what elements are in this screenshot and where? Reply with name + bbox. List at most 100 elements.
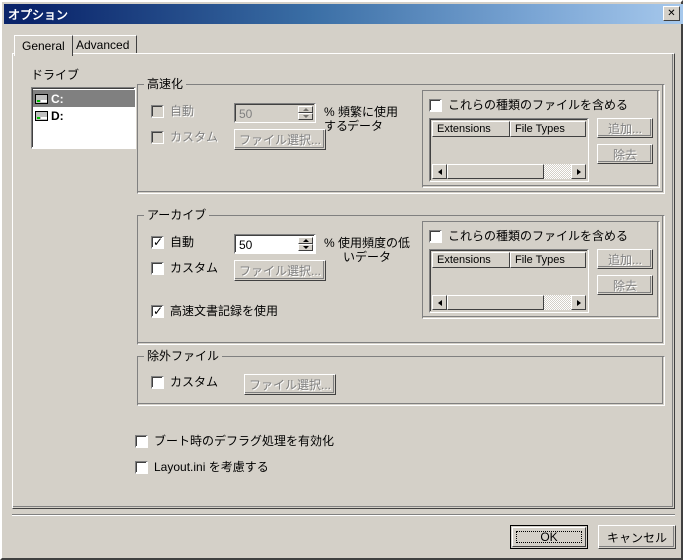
accel-file-select-label: ファイル選択...: [238, 133, 321, 147]
checkbox-box: ✓: [151, 304, 164, 318]
spinner-up-icon[interactable]: [298, 237, 313, 244]
archive-include-types-label: これらの種類のファイルを含める: [448, 229, 629, 243]
spinner-buttons[interactable]: [298, 237, 313, 251]
archive-add-button[interactable]: 追加...: [597, 249, 653, 269]
checkbox-box: ✓: [151, 131, 164, 144]
tab-panel-inner: ドライブ C: D: 高速化 ✓ 自動: [13, 54, 673, 507]
boot-defrag-checkbox[interactable]: ✓ ブート時のデフラグ処理を有効化: [135, 434, 334, 448]
spinner-up-icon[interactable]: [298, 106, 313, 113]
accel-file-select-button[interactable]: ファイル選択...: [234, 129, 326, 150]
scroll-thumb[interactable]: [447, 164, 544, 179]
accel-custom-checkbox[interactable]: ✓ カスタム: [151, 130, 218, 144]
archive-listview-header: Extensions File Types: [432, 252, 586, 268]
boot-defrag-label: ブート時のデフラグ処理を有効化: [154, 434, 335, 448]
checkbox-box: ✓: [429, 99, 442, 112]
tab-general[interactable]: General: [14, 35, 73, 56]
scroll-right-icon[interactable]: [571, 164, 586, 179]
exclude-title: 除外ファイル: [144, 350, 223, 362]
exclude-file-select-button[interactable]: ファイル選択...: [244, 374, 336, 395]
accel-percent-label-line2: データ: [346, 119, 383, 133]
accel-custom-label: カスタム: [170, 130, 219, 144]
scroll-track[interactable]: [447, 164, 571, 179]
checkbox-box: ✓: [151, 376, 164, 389]
layout-ini-checkbox[interactable]: ✓ Layout.ini を考慮する: [135, 460, 269, 474]
window-title: オプション: [8, 7, 69, 22]
close-icon[interactable]: ✕: [663, 6, 680, 21]
column-file-types[interactable]: File Types: [509, 252, 586, 268]
fast-doc-record-checkbox[interactable]: ✓ 高速文書記録を使用: [151, 304, 278, 318]
tab-advanced-label: Advanced: [76, 38, 130, 52]
archive-file-select-label: ファイル選択...: [238, 264, 321, 278]
archive-file-select-button[interactable]: ファイル選択...: [234, 260, 326, 281]
drives-label: ドライブ: [31, 68, 80, 82]
accel-add-button[interactable]: 追加...: [597, 118, 653, 138]
archive-title: アーカイブ: [144, 209, 210, 221]
accel-include-types-label: これらの種類のファイルを含める: [448, 98, 629, 112]
spinner-buttons[interactable]: [298, 106, 313, 120]
accel-listview-body[interactable]: [432, 137, 586, 163]
exclude-groupbox: 除外ファイル ✓ カスタム ファイル選択...: [137, 350, 665, 406]
scroll-left-icon[interactable]: [432, 295, 447, 310]
exclude-file-select-label: ファイル選択...: [248, 378, 331, 392]
ok-button[interactable]: OK: [510, 525, 588, 549]
drive-label: D:: [51, 108, 64, 123]
archive-remove-label: 除去: [612, 278, 637, 293]
exclude-custom-checkbox[interactable]: ✓ カスタム: [151, 375, 218, 389]
checkbox-box: ✓: [151, 235, 164, 249]
accel-percent-spinner[interactable]: 50: [234, 103, 316, 123]
column-file-types[interactable]: File Types: [509, 121, 586, 137]
tab-panel-general: ドライブ C: D: 高速化 ✓ 自動: [12, 53, 675, 509]
tab-general-label: General: [22, 39, 65, 53]
tab-advanced[interactable]: Advanced: [68, 35, 138, 54]
accel-listview-header: Extensions File Types: [432, 121, 586, 137]
checkbox-box: ✓: [135, 461, 148, 474]
archive-filetypes-listview[interactable]: Extensions File Types: [429, 249, 589, 313]
archive-listview-body[interactable]: [432, 268, 586, 294]
exclude-custom-label: カスタム: [170, 375, 219, 389]
archive-percent-spinner[interactable]: 50: [234, 234, 316, 254]
scroll-left-icon[interactable]: [432, 164, 447, 179]
accel-add-label: 追加...: [607, 121, 642, 136]
archive-listview-hscrollbar[interactable]: [432, 295, 586, 310]
layout-ini-label: Layout.ini を考慮する: [154, 460, 269, 474]
archive-percent-value: 50: [239, 238, 253, 252]
accel-filetypes-listview[interactable]: Extensions File Types: [429, 118, 589, 182]
drive-list-item-d[interactable]: D:: [32, 107, 135, 124]
accel-include-types-checkbox[interactable]: ✓ これらの種類のファイルを含める: [429, 98, 628, 112]
column-extensions[interactable]: Extensions: [432, 121, 510, 137]
archive-groupbox: アーカイブ ✓ 自動 50 % 使用頻度の低 いデータ ✓ カスタム: [137, 209, 665, 345]
fast-doc-record-label: 高速文書記録を使用: [170, 304, 279, 318]
accel-remove-label: 除去: [612, 147, 637, 162]
archive-remove-button[interactable]: 除去: [597, 275, 653, 295]
checkbox-box: ✓: [429, 230, 442, 243]
accel-listview-hscrollbar[interactable]: [432, 164, 586, 179]
cancel-button-label: キャンセル: [606, 530, 667, 545]
drive-icon: [35, 93, 48, 104]
spinner-down-icon[interactable]: [298, 244, 313, 251]
archive-auto-checkbox[interactable]: ✓ 自動: [151, 235, 194, 249]
acceleration-title: 高速化: [144, 78, 187, 90]
scroll-right-icon[interactable]: [571, 295, 586, 310]
accel-auto-checkbox[interactable]: ✓ 自動: [151, 104, 194, 118]
drive-label: C:: [51, 91, 64, 106]
archive-include-types-checkbox[interactable]: ✓ これらの種類のファイルを含める: [429, 229, 628, 243]
checkbox-box: ✓: [135, 435, 148, 448]
drive-listbox[interactable]: C: D:: [31, 87, 136, 149]
checkbox-box: ✓: [151, 105, 164, 118]
archive-auto-label: 自動: [170, 235, 195, 249]
drive-list-item-c[interactable]: C:: [32, 90, 135, 107]
accel-remove-button[interactable]: 除去: [597, 144, 653, 164]
scroll-track[interactable]: [447, 295, 571, 310]
spinner-down-icon[interactable]: [298, 113, 313, 120]
cancel-button[interactable]: キャンセル: [598, 525, 676, 549]
scroll-thumb[interactable]: [447, 295, 544, 310]
archive-custom-label: カスタム: [170, 261, 219, 275]
focus-rect: [516, 531, 582, 543]
accel-auto-label: 自動: [170, 104, 195, 118]
drive-icon: [35, 110, 48, 121]
acceleration-groupbox: 高速化 ✓ 自動 50 % 頻繁に使用する データ: [137, 78, 665, 194]
title-bar[interactable]: オプション ✕: [4, 4, 683, 24]
archive-custom-checkbox[interactable]: ✓ カスタム: [151, 261, 218, 275]
archive-add-label: 追加...: [607, 252, 642, 267]
column-extensions[interactable]: Extensions: [432, 252, 510, 268]
